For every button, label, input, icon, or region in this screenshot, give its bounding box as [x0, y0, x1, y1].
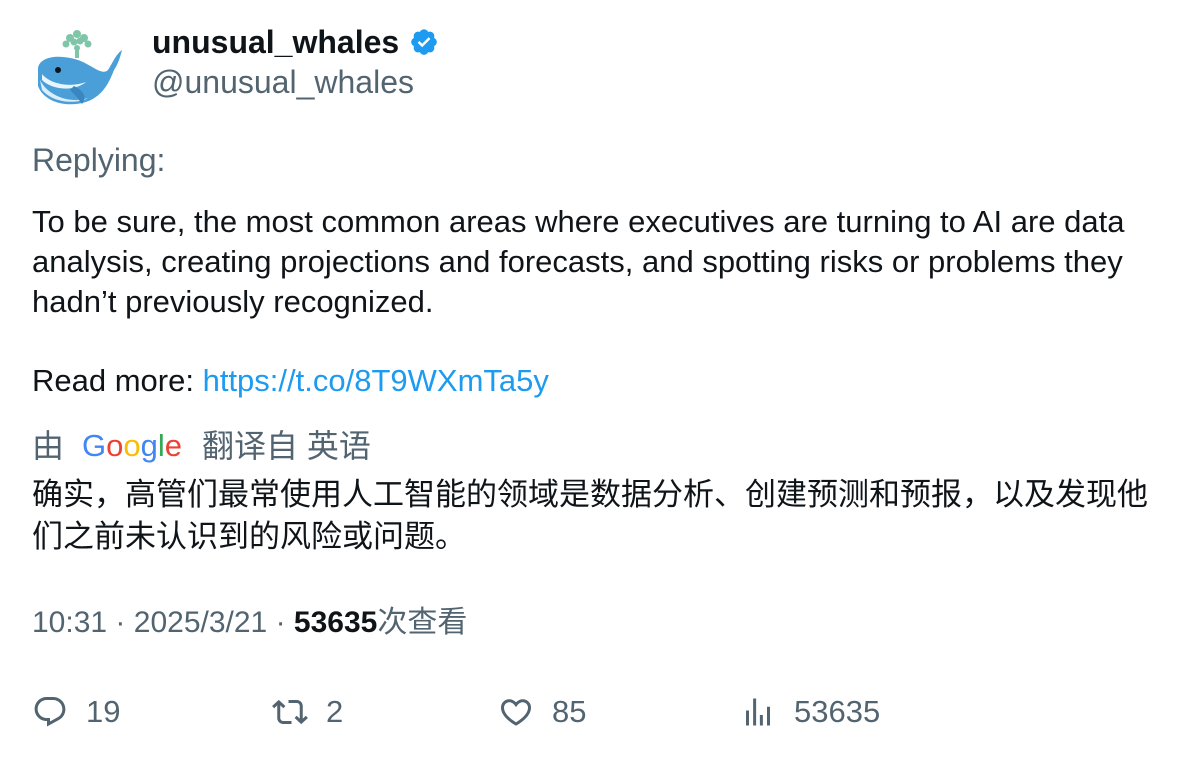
translation-by-label: 由 [32, 428, 65, 464]
retweet-count: 2 [326, 694, 344, 729]
read-more-line: Read more: https://t.co/8T9WXmTa5y [32, 361, 549, 401]
reply-icon [34, 697, 66, 727]
views-count: 53635 [293, 606, 378, 639]
like-count: 85 [552, 694, 587, 729]
whale-avatar-icon [38, 30, 122, 105]
retweet-button[interactable]: 2 [272, 688, 343, 736]
retweet-icon [272, 699, 308, 725]
analytics-icon [746, 698, 770, 726]
user-display-name-row[interactable]: unusual_whales [152, 22, 439, 62]
read-more-label: Read more: [32, 363, 194, 398]
google-logo-icon: Google [82, 428, 182, 463]
svg-text:Google: Google [82, 428, 182, 463]
views-button[interactable]: 53635 [740, 688, 880, 736]
views-label: 次查看 [377, 606, 468, 639]
reply-count: 19 [86, 694, 121, 729]
replying-label: Replying: [32, 142, 166, 178]
heart-icon [500, 699, 532, 726]
meta-separator: · [275, 606, 286, 639]
tweet-time[interactable]: 10:31 [32, 606, 107, 639]
like-button[interactable]: 85 [498, 688, 586, 736]
tweet-meta: 10:31 · 2025/3/21 · 53635次查看 [32, 603, 467, 643]
avatar[interactable] [30, 24, 126, 114]
meta-separator: · [115, 606, 126, 639]
user-handle[interactable]: @unusual_whales [152, 62, 414, 102]
views-action-count: 53635 [794, 694, 881, 729]
translation-attribution: 由 Google 翻译自 英语 [32, 426, 371, 466]
reply-button[interactable]: 19 [32, 688, 120, 736]
tweet-text: To be sure, the most common areas where … [32, 204, 1125, 319]
action-bar: 19 2 85 53635 [0, 688, 1196, 736]
verified-badge-icon [411, 29, 437, 55]
tweet-date[interactable]: 2025/3/21 [134, 606, 267, 639]
translation-source-label[interactable]: 翻译自 英语 [202, 426, 371, 466]
tweet-link[interactable]: https://t.co/8T9WXmTa5y [203, 363, 549, 398]
user-display-name[interactable]: unusual_whales [152, 22, 399, 62]
translated-text: 确实，高管们最常使用人工智能的领域是数据分析、创建预测和预报，以及发现他们之前未… [32, 477, 1148, 555]
